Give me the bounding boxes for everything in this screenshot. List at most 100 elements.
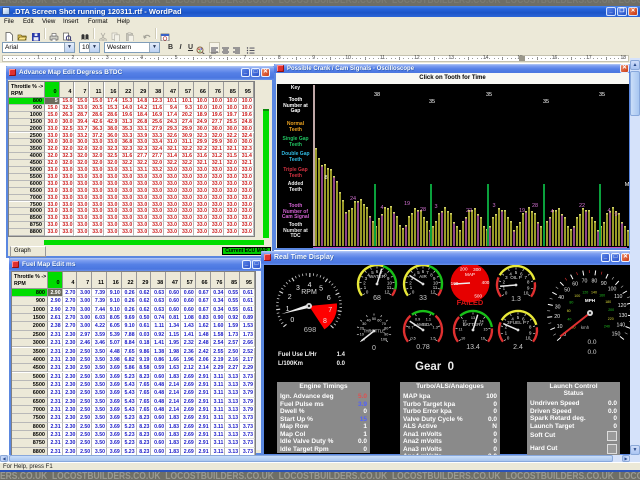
svg-text:1.4: 1.4	[337, 352, 346, 358]
svg-text:22: 22	[579, 203, 585, 209]
svg-text:2: 2	[288, 294, 292, 301]
svg-text:MAP: MAP	[465, 272, 475, 277]
svg-text:20: 20	[554, 314, 560, 320]
svg-text:40: 40	[366, 318, 370, 322]
svg-text:M: M	[625, 182, 629, 188]
svg-text:1.3: 1.3	[511, 296, 521, 303]
svg-text:140: 140	[616, 323, 625, 329]
svg-text:35: 35	[543, 99, 549, 105]
svg-text:19: 19	[404, 201, 410, 207]
svg-text:WATER: WATER	[369, 274, 386, 279]
svg-text:22: 22	[466, 208, 472, 214]
svg-text:130: 130	[619, 313, 628, 319]
svg-text:3: 3	[296, 285, 300, 292]
svg-text:35: 35	[599, 92, 605, 98]
svg-text:50: 50	[564, 287, 570, 293]
svg-text:110: 110	[614, 294, 622, 300]
svg-text:220: 220	[608, 317, 614, 321]
svg-text:60: 60	[567, 309, 571, 313]
svg-text:100: 100	[608, 287, 617, 293]
svg-text:80: 80	[569, 301, 573, 305]
svg-text:9: 9	[614, 212, 617, 218]
svg-text:40: 40	[567, 318, 571, 322]
svg-text:12: 12	[384, 289, 389, 294]
svg-text:0: 0	[372, 345, 376, 352]
svg-text:Fuel Use L/Hr: Fuel Use L/Hr	[278, 352, 317, 358]
svg-text:15: 15	[483, 328, 487, 332]
svg-text:L/100Km: L/100Km	[278, 361, 303, 367]
svg-text:OIL P: OIL P	[510, 275, 522, 280]
svg-text:200: 200	[608, 308, 614, 312]
svg-text:1.1: 1.1	[426, 317, 431, 321]
svg-text:698: 698	[304, 325, 317, 334]
svg-text:10: 10	[461, 336, 465, 340]
svg-text:200: 200	[460, 266, 468, 271]
svg-text:MPH: MPH	[585, 298, 596, 303]
svg-text:16: 16	[481, 336, 485, 340]
svg-text:Gear 0: Gear 0	[415, 361, 454, 373]
svg-text:4: 4	[380, 205, 383, 211]
svg-text:1.3: 1.3	[433, 326, 438, 330]
svg-text:60: 60	[572, 282, 578, 288]
svg-text:30: 30	[555, 304, 561, 310]
svg-text:7: 7	[328, 307, 332, 314]
svg-text:240: 240	[604, 325, 610, 329]
svg-text:0.0: 0.0	[337, 361, 346, 367]
svg-text:4: 4	[607, 208, 610, 214]
svg-text:AIR: AIR	[419, 274, 427, 279]
svg-text:40: 40	[558, 295, 564, 301]
svg-text:13: 13	[471, 316, 475, 320]
svg-text:38: 38	[374, 92, 380, 98]
svg-text:4: 4	[308, 282, 312, 289]
svg-text:8: 8	[323, 318, 327, 325]
svg-text:BATTERY: BATTERY	[463, 322, 484, 327]
svg-text:3: 3	[434, 204, 437, 210]
svg-text:35: 35	[429, 99, 435, 105]
svg-text:100: 100	[574, 294, 580, 298]
svg-text:100: 100	[381, 337, 387, 341]
svg-text:30: 30	[362, 322, 366, 326]
svg-text:FUEL P: FUEL P	[510, 320, 526, 325]
svg-text:120: 120	[582, 291, 588, 295]
svg-text:3: 3	[492, 203, 495, 209]
svg-text:140: 140	[591, 290, 597, 294]
svg-text:90: 90	[601, 281, 607, 287]
svg-text:50: 50	[372, 317, 376, 321]
svg-text:19: 19	[519, 208, 525, 214]
svg-text:1.5: 1.5	[430, 336, 435, 340]
svg-text:11: 11	[459, 328, 463, 332]
svg-text:kmh: kmh	[581, 325, 590, 330]
svg-text:120: 120	[618, 303, 627, 309]
svg-text:35: 35	[486, 92, 492, 98]
svg-text:4: 4	[550, 209, 553, 215]
svg-text:10: 10	[525, 335, 530, 340]
svg-text:150: 150	[612, 331, 621, 337]
svg-text:LAMBDA: LAMBDA	[414, 322, 434, 327]
svg-text:68: 68	[373, 295, 381, 302]
svg-text:33: 33	[419, 295, 427, 302]
svg-text:24: 24	[350, 196, 356, 202]
svg-text:80: 80	[592, 278, 598, 284]
svg-text:28: 28	[420, 207, 426, 213]
svg-text:FAILED: FAILED	[457, 298, 484, 307]
svg-text:400: 400	[482, 280, 490, 285]
svg-text:2.4: 2.4	[513, 344, 523, 351]
svg-text:0.0: 0.0	[587, 349, 596, 356]
svg-text:28: 28	[532, 203, 538, 209]
svg-text:180: 180	[605, 300, 611, 304]
svg-text:13.4: 13.4	[466, 344, 480, 351]
svg-text:8: 8	[324, 175, 327, 181]
svg-text:70: 70	[382, 322, 386, 326]
svg-text:0.78: 0.78	[416, 344, 430, 351]
svg-text:10: 10	[523, 290, 528, 295]
svg-text:RPM: RPM	[301, 289, 317, 296]
svg-text:THROTTLE: THROTTLE	[363, 329, 385, 334]
svg-text:12: 12	[430, 289, 435, 294]
svg-text:0.5: 0.5	[410, 336, 415, 340]
svg-text:0.0: 0.0	[587, 339, 596, 346]
svg-text:6: 6	[327, 295, 331, 302]
svg-text:300: 300	[473, 267, 481, 272]
svg-text:160: 160	[599, 294, 605, 298]
svg-text:0: 0	[290, 317, 294, 324]
svg-text:5: 5	[319, 286, 323, 293]
